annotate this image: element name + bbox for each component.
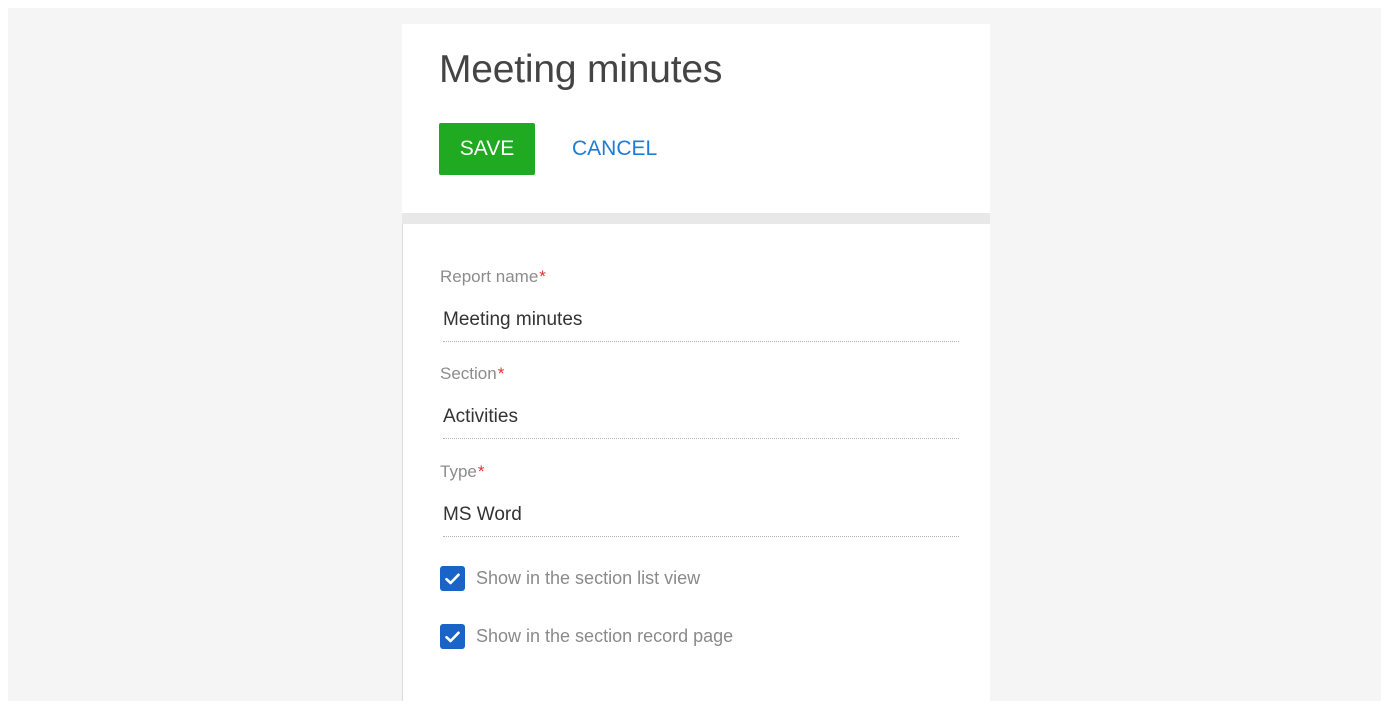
header-divider [402, 213, 990, 224]
checkmark-icon [445, 631, 460, 642]
report-form: Report name* Meeting minutes Section* Ac… [402, 224, 990, 701]
show-in-record-page-checkbox[interactable] [440, 624, 465, 649]
show-in-list-view-option[interactable]: Show in the section list view [440, 566, 700, 591]
required-marker: * [539, 267, 546, 286]
report-name-label: Report name* [440, 267, 546, 286]
report-name-field: Report name* Meeting minutes [440, 266, 959, 342]
type-input[interactable]: MS Word [443, 503, 959, 537]
show-in-record-page-label: Show in the section record page [476, 626, 734, 646]
show-in-list-view-checkbox[interactable] [440, 566, 465, 591]
required-marker: * [497, 364, 505, 383]
type-label: Type* [440, 462, 485, 481]
type-field: Type* MS Word [440, 461, 959, 537]
cancel-button[interactable]: CANCEL [560, 123, 669, 175]
section-field: Section* Activities [440, 363, 959, 439]
section-label: Section* [440, 364, 505, 383]
show-in-record-page-option[interactable]: Show in the section record page [440, 624, 733, 649]
page-header: Meeting minutes SAVE CANCEL [402, 24, 990, 213]
checkmark-icon [445, 573, 460, 584]
section-input[interactable]: Activities [443, 405, 959, 439]
page-title: Meeting minutes [439, 48, 723, 91]
required-marker: * [477, 462, 485, 481]
report-name-input[interactable]: Meeting minutes [443, 308, 959, 342]
show-in-list-view-label: Show in the section list view [476, 568, 701, 588]
save-button[interactable]: SAVE [439, 123, 535, 175]
